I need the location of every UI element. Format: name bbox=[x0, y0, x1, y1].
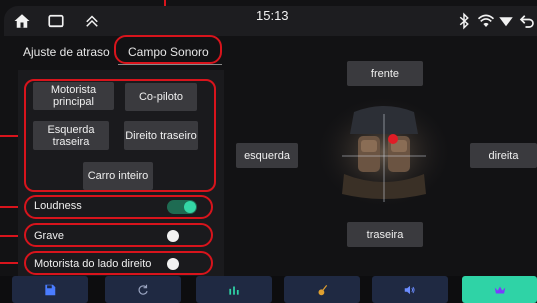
tab-delay-adjustment[interactable]: Ajuste de atraso bbox=[23, 42, 110, 62]
guitar-button[interactable] bbox=[284, 276, 360, 303]
bass-toggle[interactable] bbox=[166, 229, 196, 243]
clock: 15:13 bbox=[256, 8, 289, 23]
toggle-knob bbox=[167, 230, 179, 242]
seat-button-co-pilot[interactable]: Co-piloto bbox=[125, 83, 197, 111]
loudness-label: Loudness bbox=[34, 200, 82, 212]
seat-button-rear-left[interactable]: Esquerda traseira bbox=[33, 121, 109, 150]
volume-button[interactable] bbox=[372, 276, 448, 303]
active-tab-indicator bbox=[118, 64, 222, 65]
save-icon bbox=[45, 284, 56, 295]
back-icon[interactable] bbox=[518, 11, 536, 31]
car-interior-image[interactable] bbox=[314, 94, 454, 210]
equalizer-icon bbox=[229, 286, 239, 295]
crown-icon bbox=[494, 286, 505, 293]
balance-point[interactable] bbox=[388, 134, 398, 144]
reset-icon bbox=[138, 284, 148, 295]
right-hand-drive-label: Motorista do lado direito bbox=[34, 258, 152, 270]
rear-button[interactable]: traseira bbox=[347, 222, 423, 247]
reset-button[interactable] bbox=[105, 276, 181, 303]
collapse-up-icon[interactable] bbox=[82, 11, 102, 31]
front-button[interactable]: frente bbox=[347, 61, 423, 86]
equalizer-button[interactable] bbox=[196, 276, 272, 303]
wifi-icon bbox=[476, 11, 496, 31]
home-icon[interactable] bbox=[12, 11, 32, 31]
left-button[interactable]: esquerda bbox=[236, 143, 298, 168]
right-button[interactable]: direita bbox=[470, 143, 537, 168]
toggle-knob bbox=[167, 258, 179, 270]
guitar-icon bbox=[318, 284, 328, 295]
annotation-box bbox=[114, 35, 222, 64]
volume-icon bbox=[404, 285, 415, 294]
save-button[interactable] bbox=[12, 276, 88, 303]
signal-icon bbox=[496, 11, 516, 31]
bass-label: Grave bbox=[34, 230, 64, 242]
crown-button[interactable] bbox=[462, 276, 537, 303]
seat-button-main-driver[interactable]: Motorista principal bbox=[33, 82, 114, 110]
toggle-knob bbox=[184, 201, 196, 213]
recent-apps-icon[interactable] bbox=[46, 11, 66, 31]
seat-button-whole-car[interactable]: Carro inteiro bbox=[83, 162, 153, 190]
loudness-toggle[interactable] bbox=[167, 200, 197, 214]
seat-button-rear-right[interactable]: Direito traseiro bbox=[124, 121, 198, 150]
bluetooth-icon bbox=[454, 11, 474, 31]
right-hand-drive-toggle[interactable] bbox=[166, 257, 196, 271]
